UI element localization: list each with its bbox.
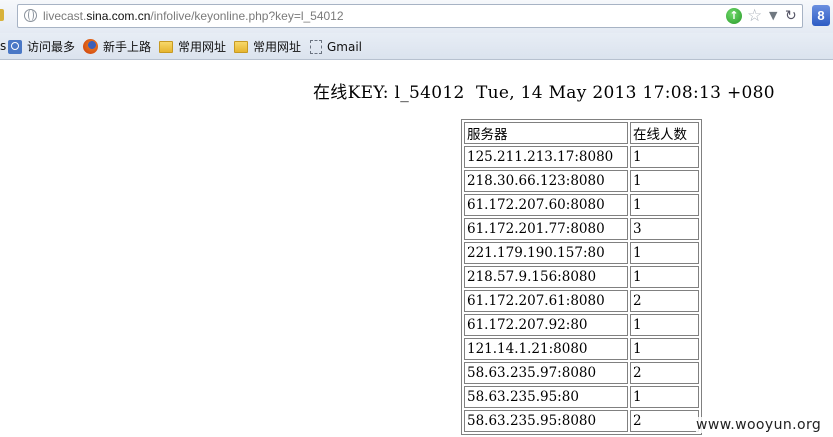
url-text[interactable]: livecast.sina.com.cn/infolive/keyonline.… [43, 9, 344, 23]
globe-icon [24, 9, 37, 22]
bookmark-label: Gmail [327, 39, 363, 54]
online-count-cell: 1 [630, 314, 699, 336]
url-domain: sina.com.cn [86, 9, 151, 23]
server-address-cell: 61.172.207.92:80 [464, 314, 628, 336]
bookmark-common-sites-2[interactable]: 常用网址 [234, 38, 301, 55]
online-servers-table: 服务器 在线人数 125.211.213.17:8080 1 218.30.66.1… [461, 119, 702, 435]
online-count-cell: 1 [630, 170, 699, 192]
page-title: 在线KEY: l_54012 Tue, 14 May 2013 17:08:13… [313, 83, 775, 103]
online-count-cell: 1 [630, 386, 699, 408]
bookmark-gmail[interactable]: Gmail [310, 38, 362, 55]
bookmark-overflow[interactable]: s [0, 39, 6, 53]
server-address-cell: 61.172.207.60:8080 [464, 194, 628, 216]
search-page-icon [8, 39, 22, 54]
folder-icon [234, 40, 248, 53]
server-address-cell: 121.14.1.21:8080 [464, 338, 628, 360]
table-row: 61.172.207.92:80 1 [464, 314, 699, 336]
table-row: 221.179.190.157:80 1 [464, 242, 699, 264]
bookmark-label: 新手上路 [103, 40, 152, 54]
table-row: 125.211.213.17:8080 1 [464, 146, 699, 168]
url-path: /infolive/keyonline.php?key=l_54012 [150, 9, 344, 23]
bookmark-label: 访问最多 [27, 40, 76, 54]
bookmark-label: 常用网址 [253, 40, 302, 54]
table-row: 61.172.207.60:8080 1 [464, 194, 699, 216]
go-arrow-icon[interactable]: ↑ [726, 8, 742, 24]
server-address-cell: 58.63.235.95:8080 [464, 410, 628, 432]
online-count-cell: 1 [630, 242, 699, 264]
page-icon [310, 39, 322, 54]
server-address-cell: 58.63.235.97:8080 [464, 362, 628, 384]
server-address-cell: 61.172.201.77:8080 [464, 218, 628, 240]
google-search-icon[interactable]: 8 [812, 5, 830, 26]
browser-toolbar: livecast.sina.com.cn/infolive/keyonline.… [0, 0, 833, 33]
url-subdomain: livecast. [43, 9, 87, 23]
chevron-down-icon[interactable]: ▼ [769, 7, 777, 25]
online-count-cell: 1 [630, 194, 699, 216]
table-row: 218.57.9.156:8080 1 [464, 266, 699, 288]
bookmarks-bar: s 访问最多 新手上路 常用网址 常用网址 Gmail [0, 33, 833, 60]
table-row: 121.14.1.21:8080 1 [464, 338, 699, 360]
online-count-cell: 1 [630, 266, 699, 288]
table-header-row: 服务器 在线人数 [464, 122, 699, 144]
bookmark-label: 常用网址 [178, 40, 227, 54]
server-address-cell: 218.57.9.156:8080 [464, 266, 628, 288]
bookmark-star-icon[interactable]: ☆ [747, 5, 762, 27]
server-address-cell: 221.179.190.157:80 [464, 242, 628, 264]
online-count-cell: 2 [630, 410, 699, 432]
table-row: 58.63.235.95:8080 2 [464, 410, 699, 432]
page-corner-icon [0, 9, 4, 21]
server-address-cell: 61.172.207.61:8080 [464, 290, 628, 312]
table-row: 58.63.235.97:8080 2 [464, 362, 699, 384]
table-row: 61.172.207.61:8080 2 [464, 290, 699, 312]
table-row: 218.30.66.123:8080 1 [464, 170, 699, 192]
online-count-cell: 2 [630, 362, 699, 384]
firefox-icon [83, 39, 98, 54]
reload-icon[interactable]: ↻ [785, 6, 797, 26]
online-count-cell: 1 [630, 146, 699, 168]
column-header-online-count: 在线人数 [630, 122, 699, 144]
server-address-cell: 218.30.66.123:8080 [464, 170, 628, 192]
bookmark-getting-started[interactable]: 新手上路 [83, 38, 151, 55]
table-row: 58.63.235.95:80 1 [464, 386, 699, 408]
column-header-server: 服务器 [464, 122, 628, 144]
address-bar[interactable]: livecast.sina.com.cn/infolive/keyonline.… [17, 4, 803, 28]
server-address-cell: 125.211.213.17:8080 [464, 146, 628, 168]
server-address-cell: 58.63.235.95:80 [464, 386, 628, 408]
bookmark-common-sites-1[interactable]: 常用网址 [159, 38, 226, 55]
watermark: www.wooyun.org [696, 417, 822, 433]
bookmark-most-visited[interactable]: 访问最多 [8, 38, 75, 55]
online-count-cell: 2 [630, 290, 699, 312]
online-count-cell: 1 [630, 338, 699, 360]
online-count-cell: 3 [630, 218, 699, 240]
folder-icon [159, 40, 173, 53]
table-row: 61.172.201.77:8080 3 [464, 218, 699, 240]
